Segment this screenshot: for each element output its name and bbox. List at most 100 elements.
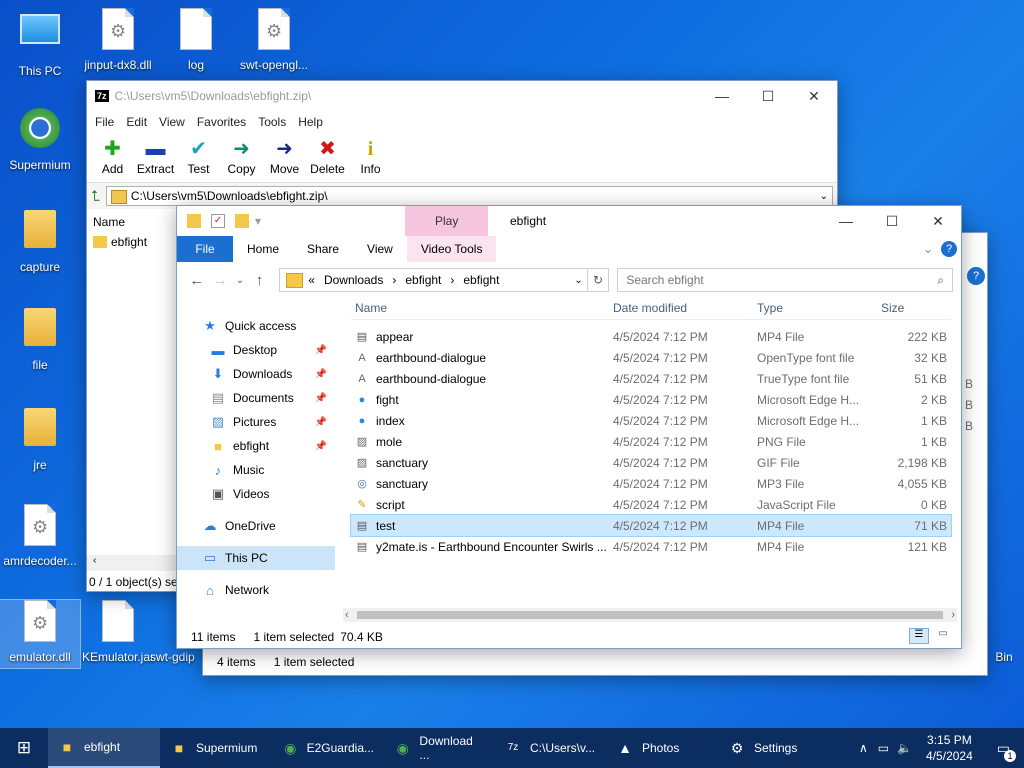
clock[interactable]: 3:15 PM 4/5/2024: [916, 732, 983, 764]
nav-network[interactable]: ⌂ Network: [177, 578, 335, 602]
properties-icon[interactable]: ✓: [211, 214, 225, 228]
chevron-down-icon[interactable]: ⌄: [923, 242, 933, 256]
desktop-icon-swt-opengl[interactable]: ⚙ swt-opengl...: [234, 8, 314, 72]
breadcrumb-downloads[interactable]: Downloads: [324, 273, 383, 287]
pin-icon[interactable]: 📌: [315, 369, 327, 380]
desktop-icon-kemulator[interactable]: KEmulator.jar: [78, 600, 158, 664]
table-row[interactable]: ✎ script 4/5/2024 7:12 PM JavaScript File 0 …: [351, 494, 951, 515]
column-header-size[interactable]: Size: [875, 301, 947, 315]
forward-arrow-icon[interactable]: →: [209, 272, 233, 289]
breadcrumb-separator[interactable]: ›: [450, 273, 454, 287]
maximize-button[interactable]: ☐: [869, 206, 915, 236]
qat-chevron-icon[interactable]: ▾: [255, 214, 261, 228]
refresh-icon[interactable]: ↻: [587, 268, 610, 292]
tab-share[interactable]: Share: [293, 236, 353, 262]
column-header-type[interactable]: Type: [757, 301, 875, 315]
breadcrumb-ebfight-current[interactable]: ebfight: [463, 273, 499, 287]
minimize-button[interactable]: —: [823, 206, 869, 236]
play-context-tab[interactable]: Play: [405, 206, 489, 236]
table-row[interactable]: ● index 4/5/2024 7:12 PM Microsoft Edge H..…: [351, 410, 951, 431]
nav-onedrive[interactable]: ☁ OneDrive: [177, 514, 335, 538]
menu-favorites[interactable]: Favorites: [191, 115, 252, 129]
scroll-left-icon[interactable]: ‹: [345, 609, 349, 621]
nav-documents[interactable]: ▤ Documents 📌: [177, 386, 335, 410]
menu-help[interactable]: Help: [292, 115, 329, 129]
pin-icon[interactable]: 📌: [315, 393, 327, 404]
desktop-icon-swt-gdip[interactable]: swt-gdip: [150, 650, 200, 664]
taskbar-item[interactable]: ⚙ Settings: [718, 728, 828, 768]
nav-quick-access[interactable]: ★ Quick access: [177, 314, 335, 338]
up-arrow-icon[interactable]: ↑: [248, 272, 272, 289]
search-icon[interactable]: ⌕: [937, 273, 944, 288]
scroll-right-icon[interactable]: ›: [951, 609, 955, 621]
horizontal-scrollbar[interactable]: ‹ ›: [343, 608, 957, 622]
table-row[interactable]: ● fight 4/5/2024 7:12 PM Microsoft Edge H..…: [351, 389, 951, 410]
minimize-button[interactable]: —: [699, 81, 745, 111]
copy-button[interactable]: ➜ Copy: [220, 138, 263, 182]
column-header-date[interactable]: Date modified: [613, 301, 757, 315]
nav-downloads[interactable]: ⬇ Downloads 📌: [177, 362, 335, 386]
breadcrumb-overflow[interactable]: «: [308, 273, 315, 287]
table-row[interactable]: ▤ y2mate.is - Earthbound Encounter Swirls…: [351, 536, 951, 557]
column-header-name[interactable]: Name: [351, 301, 613, 315]
chevron-down-icon[interactable]: ⌄: [574, 275, 582, 286]
menu-tools[interactable]: Tools: [252, 115, 292, 129]
details-view-icon[interactable]: ☰: [909, 628, 929, 644]
tab-video-tools[interactable]: Video Tools: [406, 236, 497, 262]
nav-videos[interactable]: ▣ Videos: [177, 482, 335, 506]
taskbar-item[interactable]: ◉ E2Guardia...: [272, 728, 384, 768]
add-button[interactable]: ✚ Add: [91, 138, 134, 182]
table-row[interactable]: Aearthbound-dialogue 4/5/2024 7:12 PM True…: [351, 368, 951, 389]
desktop-icon-recycle-bin[interactable]: Bin: [984, 650, 1024, 664]
move-button[interactable]: ➜ Move: [263, 138, 306, 182]
horizontal-scrollbar[interactable]: ‹: [87, 555, 177, 571]
back-arrow-icon[interactable]: ←: [185, 272, 209, 289]
desktop-icon-file[interactable]: file: [0, 304, 80, 372]
taskbar-item[interactable]: ■ Supermium: [160, 728, 272, 768]
notification-center-button[interactable]: ▭ 1: [983, 740, 1024, 762]
table-row[interactable]: ▨ mole 4/5/2024 7:12 PM PNG File 1 KB: [351, 431, 951, 452]
desktop-icon-jinput[interactable]: ⚙ jinput-dx8.dll: [78, 8, 158, 72]
volume-muted-icon[interactable]: 🔈: [893, 741, 916, 755]
breadcrumb-ebfight[interactable]: ebfight: [405, 273, 441, 287]
desktop-icon-amrdecoder[interactable]: ⚙ amrdecoder...: [0, 504, 80, 568]
pin-icon[interactable]: 📌: [315, 417, 327, 428]
table-row[interactable]: ◎ sanctuary 4/5/2024 7:12 PM MP3 File 4,055 …: [351, 473, 951, 494]
desktop-icon-supermium[interactable]: Supermium: [0, 106, 80, 172]
menu-file[interactable]: File: [89, 115, 120, 129]
delete-button[interactable]: ✖ Delete: [306, 138, 349, 182]
taskbar-item[interactable]: ■ ebfight: [48, 728, 160, 768]
tab-view[interactable]: View: [353, 236, 407, 262]
table-row[interactable]: Aearthbound-dialogue 4/5/2024 7:12 PM Open…: [351, 347, 951, 368]
tab-file[interactable]: File: [177, 236, 233, 262]
up-folder-icon[interactable]: ⮤: [91, 188, 100, 205]
table-row[interactable]: ▤ test 4/5/2024 7:12 PM MP4 File 71 KB: [350, 514, 952, 537]
menu-view[interactable]: View: [153, 115, 191, 129]
pin-icon[interactable]: 📌: [315, 441, 327, 452]
breadcrumb-separator[interactable]: ›: [392, 273, 396, 287]
table-row[interactable]: ▤ appear 4/5/2024 7:12 PM MP4 File 222 KB: [351, 326, 951, 347]
nav-desktop[interactable]: ▬ Desktop 📌: [177, 338, 335, 362]
test-button[interactable]: ✔ Test: [177, 138, 220, 182]
breadcrumb[interactable]: « Downloads › ebfight › ebfight ⌄: [279, 268, 588, 292]
large-icons-view-icon[interactable]: ▭: [933, 628, 953, 644]
tab-home[interactable]: Home: [233, 236, 293, 262]
nav-ebfight[interactable]: ■ ebfight 📌: [177, 434, 335, 458]
address-field[interactable]: C:\Users\vm5\Downloads\ebfight.zip\ ⌄: [105, 186, 833, 206]
taskbar-item[interactable]: ▲ Photos: [606, 728, 718, 768]
chevron-down-icon[interactable]: ⌄: [820, 191, 828, 202]
close-button[interactable]: ✕: [791, 81, 837, 111]
close-button[interactable]: ✕: [915, 206, 961, 236]
list-item[interactable]: ebfight: [87, 233, 177, 251]
network-icon[interactable]: ▭: [874, 741, 893, 755]
maximize-button[interactable]: ☐: [745, 81, 791, 111]
explorer-titlebar[interactable]: ✓ ▾ Play ebfight — ☐ ✕: [177, 206, 961, 236]
desktop-icon-capture[interactable]: capture: [0, 206, 80, 274]
table-row[interactable]: ▨ sanctuary 4/5/2024 7:12 PM GIF File 2,198 …: [351, 452, 951, 473]
scrollbar-thumb[interactable]: [356, 611, 944, 619]
info-button[interactable]: i Info: [349, 138, 392, 182]
desktop-icon-log[interactable]: log: [156, 8, 236, 72]
taskbar-item[interactable]: ◉ Download ...: [384, 728, 494, 768]
nav-music[interactable]: ♪ Music: [177, 458, 335, 482]
help-icon[interactable]: ?: [967, 267, 985, 285]
